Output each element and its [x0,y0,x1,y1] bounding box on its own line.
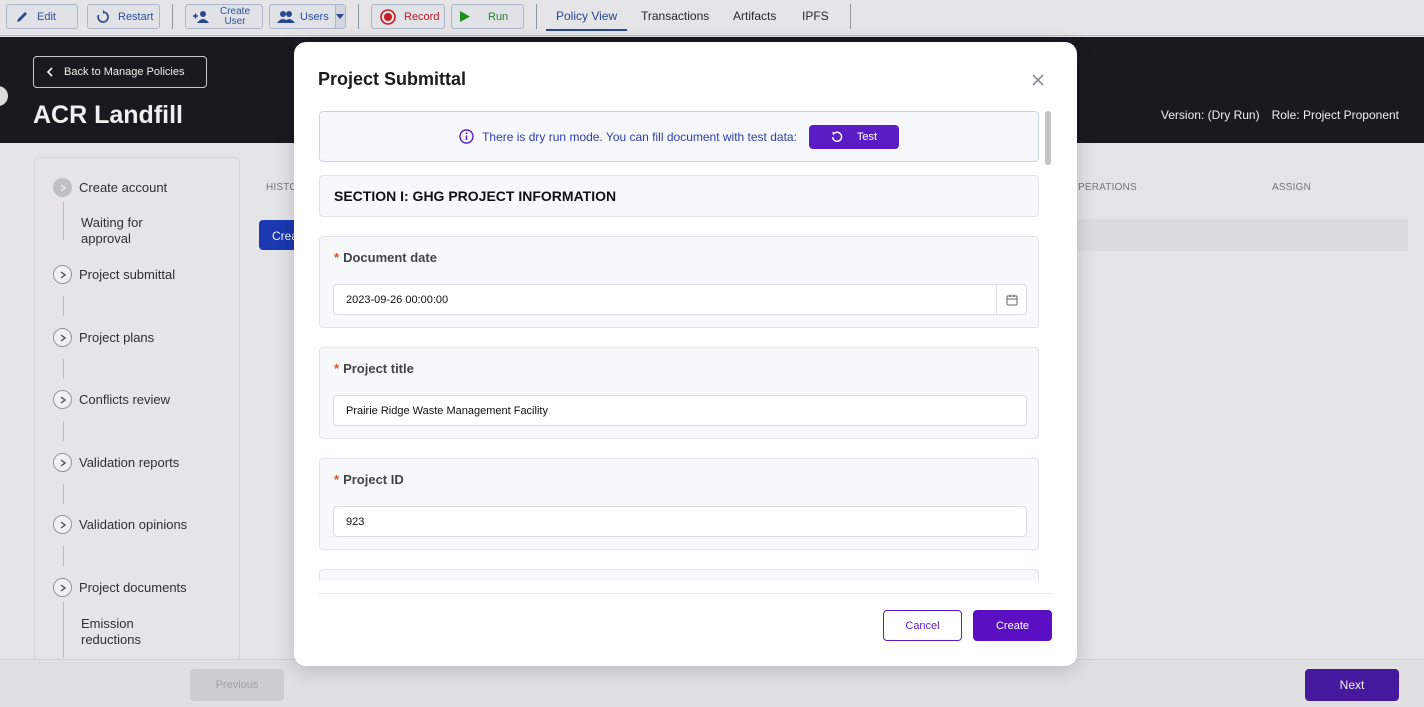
required-mark: * [334,472,340,487]
document-date-value: 2023-09-26 00:00:00 [346,294,449,306]
info-icon [459,129,474,144]
field-label-text: Project ID [343,472,404,487]
dialog-scrollbar[interactable] [1045,111,1051,165]
dialog-title: Project Submittal [318,69,467,89]
section-header: SECTION I: GHG PROJECT INFORMATION [319,175,1039,217]
next-field-partial [319,569,1039,581]
required-mark: * [334,250,340,265]
document-date-input[interactable]: 2023-09-26 00:00:00 [333,284,1027,315]
field-label: * Document date [334,250,437,265]
test-button[interactable]: Test [808,124,899,149]
project-title-field: * Project title Prairie Ridge Waste Manag… [319,347,1039,439]
dialog-scroll-area[interactable]: There is dry run mode. You can fill docu… [319,111,1039,581]
cancel-button[interactable]: Cancel [883,610,962,641]
field-label-text: Project title [343,361,414,376]
dry-run-text: There is dry run mode. You can fill docu… [482,129,797,144]
required-mark: * [334,361,340,376]
close-icon[interactable] [1029,71,1047,89]
project-submittal-dialog: Project Submittal There is dry run mode.… [294,42,1077,666]
dry-run-banner: There is dry run mode. You can fill docu… [319,111,1039,162]
project-title-input[interactable]: Prairie Ridge Waste Management Facility [333,395,1027,426]
project-id-input[interactable]: 923 [333,506,1027,537]
test-label: Test [856,130,878,143]
refresh-icon [831,131,843,143]
field-label-text: Document date [343,250,437,265]
calendar-icon[interactable] [996,285,1026,314]
dialog-divider [319,593,1052,594]
create-button[interactable]: Create [973,610,1052,641]
document-date-field: * Document date 2023-09-26 00:00:00 [319,236,1039,328]
field-label: * Project title [334,361,414,376]
field-label: * Project ID [334,472,404,487]
project-id-field: * Project ID 923 [319,458,1039,550]
